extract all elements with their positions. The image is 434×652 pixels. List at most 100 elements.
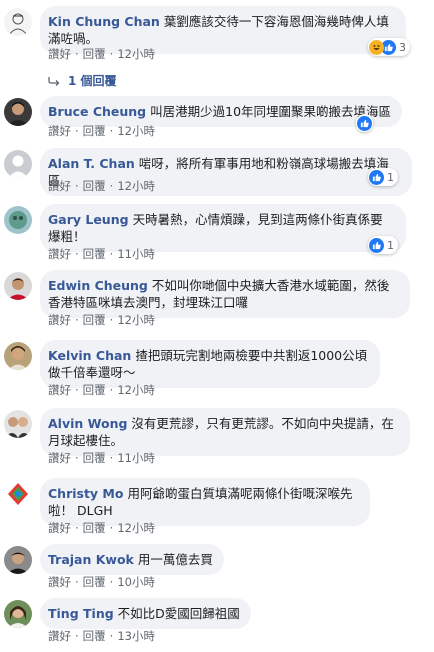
separator: · — [109, 575, 114, 589]
comment-actions: 讚好 · 回覆 · 12小時 — [48, 312, 155, 328]
avatar[interactable] — [4, 98, 32, 126]
timestamp[interactable]: 12小時 — [117, 47, 155, 61]
separator: · — [109, 247, 114, 261]
reply-button[interactable]: 回覆 — [83, 451, 106, 465]
reply-button[interactable]: 回覆 — [83, 247, 106, 261]
comment-author[interactable]: Kelvin Chan — [48, 348, 131, 363]
comment-author[interactable]: Christy Mo — [48, 486, 123, 501]
separator: · — [109, 629, 114, 643]
avatar[interactable] — [4, 342, 32, 370]
comment-author[interactable]: Edwin Cheung — [48, 278, 148, 293]
avatar[interactable] — [4, 272, 32, 300]
separator: · — [109, 124, 114, 138]
like-icon — [369, 237, 384, 253]
like-button[interactable]: 讚好 — [48, 383, 71, 397]
haha-icon — [369, 39, 384, 55]
separator: · — [75, 247, 79, 261]
comment-bubble: Christy Mo 用阿爺啲蛋白質填滿呢兩條仆街嘅深喉先啦！ DLGH — [40, 478, 370, 526]
comment-author[interactable]: Gary Leung — [48, 212, 129, 227]
separator: · — [109, 383, 114, 397]
separator: · — [109, 313, 114, 327]
reply-button[interactable]: 回覆 — [83, 575, 106, 589]
reply-button[interactable]: 回覆 — [83, 124, 106, 138]
comment-author[interactable]: Alvin Wong — [48, 416, 127, 431]
timestamp[interactable]: 11小時 — [117, 247, 155, 261]
like-button[interactable]: 讚好 — [48, 521, 71, 535]
view-replies-link[interactable]: 1 個回覆 — [48, 72, 117, 89]
separator: · — [75, 451, 79, 465]
comment-actions: 讚好 · 回覆 · 12小時 — [48, 382, 155, 398]
like-icon — [369, 169, 384, 185]
timestamp[interactable]: 12小時 — [117, 313, 155, 327]
like-button[interactable]: 讚好 — [48, 629, 71, 643]
comment-actions: 讚好 · 回覆 · 12小時 — [48, 520, 155, 536]
like-button[interactable]: 讚好 — [48, 575, 71, 589]
comment-text: 不如比D愛國回歸祖國 — [117, 606, 240, 621]
separator: · — [75, 629, 79, 643]
timestamp[interactable]: 12小時 — [117, 383, 155, 397]
comment-actions: 讚好 · 回覆 · 12小時 — [48, 178, 155, 194]
timestamp[interactable]: 12小時 — [117, 521, 155, 535]
comment-bubble: Gary Leung 天時暑熱，心情煩躁，見到這两條仆街真係要爆粗！ — [40, 204, 406, 252]
like-button[interactable]: 讚好 — [48, 451, 71, 465]
reaction-summary[interactable] — [356, 114, 373, 132]
comment-bubble: Kelvin Chan 揸把頭玩完割地兩檢要中共割返1000公頃做千倍奉還呀～ — [40, 340, 380, 388]
comment-text: 叫居港期少過10年同埋圍聚果啲搬去填海區 — [150, 104, 392, 119]
like-button[interactable]: 讚好 — [48, 313, 71, 327]
separator: · — [75, 124, 79, 138]
separator: · — [75, 313, 79, 327]
comment-bubble: Edwin Cheung 不如叫你哋個中央擴大香港水域範圍，然後香港特區咪填去澳門… — [40, 270, 410, 318]
comment-author[interactable]: Kin Chung Chan — [48, 14, 160, 29]
separator: · — [109, 451, 114, 465]
avatar[interactable] — [4, 600, 32, 628]
comment-author[interactable]: Trajan Kwok — [48, 552, 134, 567]
avatar[interactable] — [4, 206, 32, 234]
reply-button[interactable]: 回覆 — [83, 179, 106, 193]
reply-button[interactable]: 回覆 — [83, 47, 106, 61]
timestamp[interactable]: 12小時 — [117, 124, 155, 138]
separator: · — [75, 179, 79, 193]
avatar[interactable] — [4, 480, 32, 508]
avatar[interactable] — [4, 8, 32, 36]
reaction-summary[interactable]: 1 — [368, 168, 398, 186]
avatar[interactable] — [4, 546, 32, 574]
like-button[interactable]: 讚好 — [48, 247, 71, 261]
comment-author[interactable]: Ting Ting — [48, 606, 114, 621]
comment-bubble: Trajan Kwok 用一萬億去買 — [40, 544, 224, 575]
separator: · — [75, 575, 79, 589]
timestamp[interactable]: 10小時 — [117, 575, 155, 589]
timestamp[interactable]: 13小時 — [117, 629, 155, 643]
reaction-count: 1 — [387, 170, 394, 184]
reply-arrow-icon — [48, 76, 60, 86]
separator: · — [109, 179, 114, 193]
comment-author[interactable]: Alan T. Chan — [48, 156, 135, 171]
reply-button[interactable]: 回覆 — [83, 313, 106, 327]
avatar[interactable] — [4, 410, 32, 438]
comment-author[interactable]: Bruce Cheung — [48, 104, 146, 119]
separator: · — [75, 521, 79, 535]
comment-bubble: Ting Ting 不如比D愛國回歸祖國 — [40, 598, 251, 629]
reaction-summary[interactable]: 1 — [368, 236, 398, 254]
timestamp[interactable]: 11小時 — [117, 451, 155, 465]
like-button[interactable]: 讚好 — [48, 179, 71, 193]
comment-actions: 讚好 · 回覆 · 10小時 — [48, 574, 155, 590]
like-button[interactable]: 讚好 — [48, 47, 71, 61]
separator: · — [75, 383, 79, 397]
reaction-summary[interactable]: 3 — [368, 38, 410, 56]
comment-text: 用一萬億去買 — [137, 552, 213, 567]
like-button[interactable]: 讚好 — [48, 124, 71, 138]
comment-actions: 讚好 · 回覆 · 12小時 — [48, 123, 155, 139]
comment-bubble: Alvin Wong 沒有更荒謬，只有更荒謬。不如向中央提請，在月球起樓住。 — [40, 408, 410, 456]
avatar[interactable] — [4, 150, 32, 178]
view-replies-label: 1 個回覆 — [68, 74, 117, 88]
reaction-count: 3 — [399, 40, 406, 54]
reply-button[interactable]: 回覆 — [83, 383, 106, 397]
separator: · — [75, 47, 79, 61]
reaction-count: 1 — [387, 238, 394, 252]
like-icon — [357, 115, 372, 131]
reply-button[interactable]: 回覆 — [83, 521, 106, 535]
comment-actions: 讚好 · 回覆 · 12小時 — [48, 46, 155, 62]
reply-button[interactable]: 回覆 — [83, 629, 106, 643]
timestamp[interactable]: 12小時 — [117, 179, 155, 193]
comment-actions: 讚好 · 回覆 · 11小時 — [48, 450, 155, 466]
